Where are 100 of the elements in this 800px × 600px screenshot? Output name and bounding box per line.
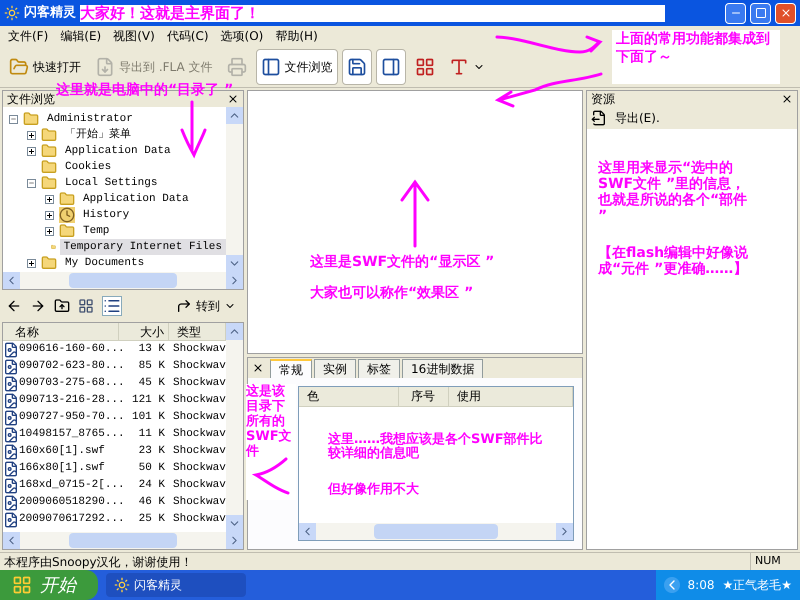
file-row[interactable]: 090702-623-80... 85 K Shockwav — [3, 358, 226, 375]
scroll-up-icon[interactable] — [226, 323, 243, 340]
file-row[interactable]: 2009070617292... 25 K Shockwav — [3, 511, 226, 528]
tree-item[interactable]: History — [79, 206, 134, 224]
menu-item[interactable]: 代码(C) — [162, 27, 213, 45]
file-row[interactable]: 090616-160-60... 13 K Shockwav — [3, 341, 226, 358]
swf-file-icon — [3, 426, 19, 442]
file-row[interactable]: 10498157_8765... 11 K Shockwav — [3, 426, 226, 443]
scroll-right-icon[interactable] — [226, 272, 243, 289]
file-row[interactable]: 168xd_0715-2[... 24 K Shockwav — [3, 477, 226, 494]
expand-toggle[interactable] — [44, 210, 54, 220]
column-header[interactable]: 名称 — [3, 323, 119, 340]
tree-item[interactable]: Administrator — [43, 110, 137, 128]
expand-toggle[interactable] — [44, 194, 54, 204]
scroll-left-icon[interactable] — [299, 523, 316, 540]
menu-item[interactable]: 编辑(E) — [56, 27, 106, 45]
tree-item[interactable]: Local Settings — [61, 174, 162, 192]
close-button[interactable] — [775, 2, 796, 24]
scroll-down-icon[interactable] — [226, 515, 243, 532]
file-row[interactable]: 166x80[1].swf 50 K Shockwav — [3, 460, 226, 477]
menu-item[interactable]: 文件(F) — [4, 27, 52, 45]
close-icon[interactable] — [781, 93, 793, 105]
scrollbar[interactable] — [299, 523, 573, 540]
scroll-up-icon[interactable] — [226, 107, 243, 124]
tree-item[interactable]: Temporary Internet Files — [60, 238, 226, 256]
details-view-icon[interactable] — [102, 296, 122, 316]
minimize-button[interactable] — [725, 2, 746, 24]
scrollbar[interactable] — [226, 107, 243, 272]
scroll-thumb[interactable] — [374, 524, 498, 539]
tab[interactable]: 标签 — [358, 359, 400, 378]
file-name: 090702-623-80... — [19, 359, 123, 374]
scroll-right-icon[interactable] — [556, 523, 573, 540]
toolbar-button[interactable] — [376, 48, 406, 84]
column-header[interactable]: 序号 — [399, 387, 449, 406]
tab[interactable]: 实例 — [314, 359, 356, 378]
file-type: Shockwav — [172, 359, 226, 374]
tree-item[interactable]: Temp — [79, 222, 114, 240]
scrollbar[interactable] — [3, 272, 243, 289]
expand-toggle[interactable] — [44, 226, 54, 236]
collapse-toggle[interactable] — [8, 114, 18, 124]
app-icon — [4, 5, 20, 21]
swf-file-icon — [3, 358, 19, 374]
folder-icon — [23, 111, 39, 127]
export-icon — [95, 56, 115, 76]
tab[interactable]: 常规 — [270, 359, 312, 378]
export-button[interactable]: 导出(E). — [587, 107, 797, 129]
annotation: 这里……我想应该是各个SWF部件比较详细的信息吧 — [328, 433, 544, 461]
annotation: 这里是SWF文件的“显示区 ” — [310, 252, 494, 272]
folder-icon — [41, 159, 57, 175]
folder-icon — [41, 175, 57, 191]
menu-item[interactable]: 帮助(H) — [271, 27, 322, 45]
forward-icon[interactable] — [30, 298, 46, 314]
tree-item[interactable]: Application Data — [61, 142, 175, 160]
file-row[interactable]: 2009060518290... 46 K Shockwav — [3, 494, 226, 511]
file-row[interactable]: 160x60[1].swf 23 K Shockwav — [3, 443, 226, 460]
icons-view-icon[interactable] — [78, 298, 94, 314]
scroll-thumb[interactable] — [69, 533, 177, 548]
folder-up-icon[interactable] — [54, 298, 70, 314]
column-header[interactable]: 色 — [299, 387, 399, 406]
goto-button[interactable]: 转到 — [176, 297, 240, 315]
scroll-thumb[interactable] — [69, 273, 177, 288]
scroll-down-icon[interactable] — [226, 255, 243, 272]
close-icon[interactable] — [227, 93, 239, 105]
tab[interactable]: 16进制数据 — [402, 359, 484, 378]
column-header[interactable]: 大小 — [119, 323, 169, 340]
tree-item[interactable]: 「开始」菜单 — [61, 126, 135, 144]
annotation: 大家也可以称作“效果区 ” — [310, 284, 474, 303]
file-name: 166x80[1].swf — [19, 461, 106, 476]
file-size: 121 K — [130, 393, 165, 408]
back-icon[interactable] — [6, 298, 22, 314]
swf-file-icon — [3, 512, 19, 528]
file-row[interactable]: 090727-950-70... 101 K Shockwav — [3, 409, 226, 426]
tree-item[interactable]: Application Data — [79, 190, 193, 208]
scrollbar[interactable] — [226, 323, 243, 532]
file-row[interactable]: 090713-216-28... 121 K Shockwav — [3, 392, 226, 409]
arrow-drawing — [178, 100, 208, 160]
taskbar-button[interactable]: 闪客精灵 — [106, 573, 246, 597]
expand-toggle[interactable] — [26, 146, 36, 156]
menu-item[interactable]: 视图(V) — [109, 27, 159, 45]
scroll-left-icon[interactable] — [3, 532, 20, 549]
expand-toggle[interactable] — [26, 130, 36, 140]
scrollbar[interactable] — [3, 532, 243, 549]
tray-expand-icon[interactable] — [664, 577, 680, 593]
toolbar-button[interactable] — [342, 48, 372, 84]
file-type: Shockwav — [172, 444, 226, 460]
column-header[interactable]: 使用 — [449, 387, 573, 406]
tree-item[interactable]: My Documents — [61, 254, 148, 272]
restore-button[interactable] — [750, 2, 771, 24]
toolbar-button[interactable]: 文件浏览 — [256, 48, 338, 84]
annotation: 但好像作用不大 — [328, 483, 420, 497]
expand-toggle[interactable] — [26, 258, 36, 268]
file-name: 2009070617292... — [19, 512, 123, 528]
close-icon[interactable] — [252, 362, 264, 374]
collapse-toggle[interactable] — [26, 178, 36, 188]
menu-item[interactable]: 选项(O) — [216, 27, 268, 45]
file-row[interactable]: 090703-275-68... 45 K Shockwav — [3, 375, 226, 392]
start-button[interactable]: 开始 — [0, 570, 98, 600]
scroll-left-icon[interactable] — [3, 272, 20, 289]
scroll-right-icon[interactable] — [226, 532, 243, 549]
tree-item[interactable]: Cookies — [61, 158, 116, 176]
